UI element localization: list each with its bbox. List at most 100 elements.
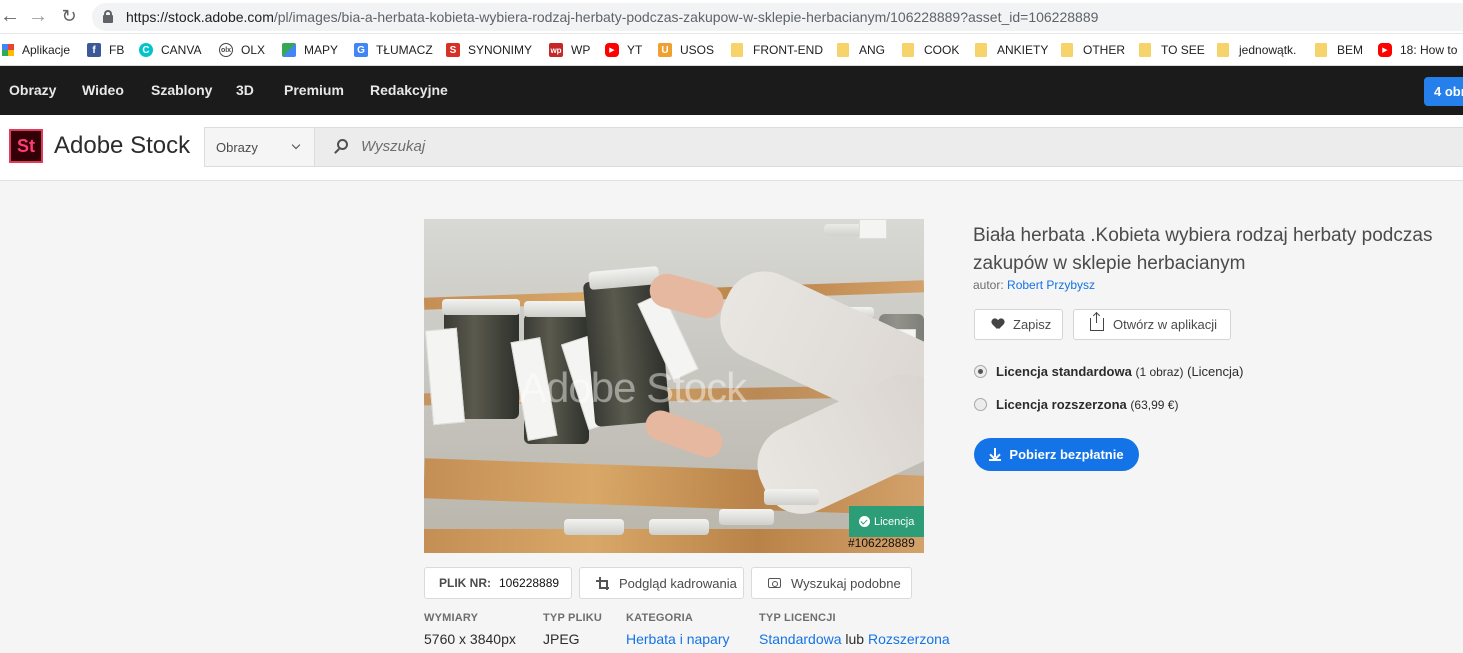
wp-icon: wp — [549, 43, 563, 57]
logo-text[interactable]: Adobe Stock — [54, 132, 190, 160]
folder-icon — [731, 43, 743, 57]
open-in-app-button[interactable]: Otwórz w aplikacji — [1073, 309, 1231, 340]
license-extended-price: (63,99 €) — [1130, 397, 1179, 412]
bookmark-label: USOS — [680, 43, 715, 57]
file-number-label: PLIK NR: — [439, 576, 491, 590]
bookmark-mapy[interactable]: MAPY — [282, 41, 338, 59]
bookmark-folder-front-end[interactable]: FRONT-END — [731, 41, 823, 59]
author-prefix: autor: — [973, 278, 1004, 292]
license-extended-radio[interactable] — [974, 398, 987, 411]
forward-arrow-icon[interactable]: → — [28, 6, 48, 26]
url-bar[interactable]: https://stock.adobe.com/pl/images/bia-a-… — [92, 3, 1463, 31]
bookmark-wp[interactable]: wp WP — [549, 41, 590, 59]
bookmark-label: CANVA — [161, 43, 202, 57]
bookmark-label: SYNONIMY — [468, 43, 533, 57]
find-similar-button[interactable]: Wyszukaj podobne — [751, 567, 912, 599]
open-external-icon — [1090, 313, 1104, 331]
bookmark-folder-to-see[interactable]: TO SEE — [1139, 41, 1205, 59]
search-bar: Obrazy — [204, 127, 1463, 167]
meta-filetype-key: TYP PLIKU — [543, 612, 603, 624]
back-arrow-icon[interactable]: ← — [0, 6, 20, 26]
nav-redakcyjne[interactable]: Redakcyjne — [370, 82, 448, 98]
meta-filetype-value: JPEG — [543, 631, 580, 647]
save-button[interactable]: Zapisz — [974, 309, 1063, 340]
license-or-text: lub — [845, 631, 865, 647]
translate-icon: G — [354, 43, 368, 57]
meta-dimensions-value: 5760 x 3840px — [424, 631, 516, 647]
reload-icon[interactable]: ↻ — [59, 6, 79, 26]
license-standard-link[interactable]: Standardowa — [759, 631, 842, 647]
folder-icon — [975, 43, 987, 57]
bookmark-how-to[interactable]: ▶ 18: How to — [1378, 41, 1457, 59]
bookmark-canva[interactable]: C CANVA — [139, 41, 201, 59]
lock-icon — [103, 10, 113, 23]
meta-license-type-key: TYP LICENCJI — [759, 612, 836, 624]
bookmark-label: TO SEE — [1161, 43, 1205, 57]
license-extended-link[interactable]: Rozszerzona — [868, 631, 950, 647]
bookmark-fb[interactable]: f FB — [87, 41, 124, 59]
bookmark-folder-ang[interactable]: ANG — [837, 41, 885, 59]
bookmark-label: ANG — [859, 43, 886, 57]
meta-dimensions: WYMIARY 5760 x 3840px — [424, 612, 516, 647]
crop-preview-button[interactable]: Podgląd kadrowania — [579, 567, 744, 599]
license-standard-option[interactable]: Licencja standardowa (1 obraz) (Licencja… — [974, 364, 1243, 379]
browser-address-bar: ← → ↻ https://stock.adobe.com/pl/images/… — [0, 0, 1463, 34]
save-label: Zapisz — [1013, 317, 1052, 332]
open-in-app-label: Otwórz w aplikacji — [1113, 317, 1218, 332]
bookmark-folder-cook[interactable]: COOK — [902, 41, 959, 59]
bookmarks-bar: Aplikacje f FB C CANVA olx OLX MAPY G TŁ… — [0, 34, 1463, 66]
category-link[interactable]: Herbata i napary — [626, 631, 730, 647]
bookmark-folder-jednowatk[interactable]: jednowątk. — [1217, 41, 1296, 59]
bookmark-folder-bem[interactable]: BEM — [1315, 41, 1363, 59]
search-input[interactable] — [361, 138, 961, 155]
meta-category: KATEGORIA Herbata i napary — [626, 612, 730, 647]
bookmark-label: OTHER — [1083, 43, 1125, 57]
search-category-select[interactable]: Obrazy — [205, 128, 315, 166]
bookmark-label: jednowątk. — [1239, 43, 1297, 57]
meta-license-type: TYP LICENCJI Standardowa lub Rozszerzona — [759, 612, 950, 647]
watermark-text: Adobe Stock — [519, 364, 747, 411]
bookmark-usos[interactable]: U USOS — [658, 41, 714, 59]
crop-icon — [596, 576, 609, 590]
nav-3d[interactable]: 3D — [236, 82, 254, 98]
nav-obrazy[interactable]: Obrazy — [9, 82, 56, 98]
bookmark-label: WP — [571, 43, 591, 57]
search-icon[interactable] — [334, 139, 349, 154]
adobe-stock-logo-icon[interactable]: St — [9, 129, 43, 163]
youtube-icon: ▶ — [1378, 43, 1392, 57]
asset-preview-image[interactable]: Adobe Stock — [424, 219, 924, 553]
bookmark-aplikacje[interactable]: Aplikacje — [2, 41, 70, 59]
license-badge-label: Licencja — [874, 515, 915, 528]
license-extended-option[interactable]: Licencja rozszerzona (63,99 €) — [974, 397, 1178, 412]
bookmark-label: YT — [627, 43, 643, 57]
site-header: St Adobe Stock Obrazy — [0, 115, 1463, 181]
bookmark-label: FRONT-END — [753, 43, 823, 57]
asset-title: Biała herbata .Kobieta wybiera rodzaj he… — [973, 225, 1433, 274]
bookmark-label: ANKIETY — [997, 43, 1049, 57]
cart-button[interactable]: 4 obr — [1424, 77, 1463, 106]
bookmark-folder-other[interactable]: OTHER — [1061, 41, 1125, 59]
nav-wideo[interactable]: Wideo — [82, 82, 124, 98]
camera-icon — [768, 578, 781, 588]
bookmark-folder-ankiety[interactable]: ANKIETY — [975, 41, 1048, 59]
folder-icon — [1315, 43, 1327, 57]
bookmark-label: 18: How to — [1400, 43, 1458, 57]
folder-icon — [1061, 43, 1073, 57]
author-link[interactable]: Robert Przybysz — [1007, 278, 1095, 292]
bookmark-label: COOK — [924, 43, 960, 57]
bookmark-tlumacz[interactable]: G TŁUMACZ — [354, 41, 433, 59]
nav-premium[interactable]: Premium — [284, 82, 344, 98]
heart-icon — [992, 319, 1004, 330]
nav-szablony[interactable]: Szablony — [151, 82, 212, 98]
license-standard-suffix: (Licencja) — [1187, 364, 1244, 379]
facebook-icon: f — [87, 43, 101, 57]
bookmark-yt[interactable]: ▶ YT — [605, 41, 642, 59]
bookmark-olx[interactable]: olx OLX — [219, 41, 265, 59]
download-free-button[interactable]: Pobierz bezpłatnie — [974, 438, 1139, 471]
license-standard-radio[interactable] — [974, 365, 987, 378]
bookmark-synonimy[interactable]: S SYNONIMY — [446, 41, 532, 59]
synonimy-icon: S — [446, 43, 460, 57]
youtube-icon: ▶ — [605, 43, 619, 57]
folder-icon — [1139, 43, 1151, 57]
olx-icon: olx — [219, 43, 233, 57]
